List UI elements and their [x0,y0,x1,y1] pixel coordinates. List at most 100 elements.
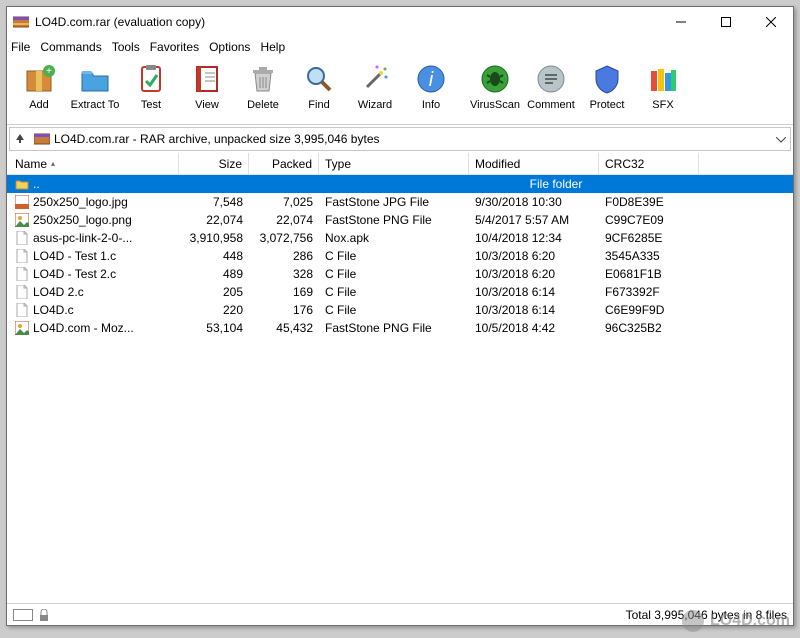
file-list[interactable]: .. File folder 250x250_logo.jpg7,5487,02… [7,175,793,603]
file-crc: E0681F1B [599,267,699,281]
svg-text:+: + [46,66,52,77]
file-row[interactable]: 250x250_logo.png22,07422,074FastStone PN… [7,211,793,229]
file-crc: 96C325B2 [599,321,699,335]
delete-button[interactable]: Delete [235,61,291,121]
menu-help[interactable]: Help [260,40,285,54]
app-icon [13,14,29,30]
path-dropdown-button[interactable] [772,132,790,146]
png-file-icon [15,321,29,335]
file-crc: C99C7E09 [599,213,699,227]
menu-file[interactable]: File [11,40,30,54]
menu-commands[interactable]: Commands [40,40,101,54]
file-crc: F673392F [599,285,699,299]
protect-button[interactable]: Protect [579,61,635,121]
watermark-badge-icon [682,610,704,632]
file-row[interactable]: 250x250_logo.jpg7,5487,025FastStone JPG … [7,193,793,211]
file-size: 22,074 [179,213,249,227]
file-crc: C6E99F9D [599,303,699,317]
add-button[interactable]: +Add [11,61,67,121]
header-modified[interactable]: Modified [469,153,599,174]
sfx-button[interactable]: SFX [635,61,691,121]
file-type: C File [319,303,469,317]
parent-folder-row[interactable]: .. File folder [7,175,793,193]
file-modified: 10/3/2018 6:20 [469,249,599,263]
file-size: 448 [179,249,249,263]
file-crc: 3545A335 [599,249,699,263]
file-type: C File [319,249,469,263]
file-packed: 7,025 [249,195,319,209]
file-row[interactable]: LO4D - Test 1.c448286C File10/3/2018 6:2… [7,247,793,265]
address-bar[interactable]: LO4D.com.rar - RAR archive, unpacked siz… [9,127,791,151]
header-crc[interactable]: CRC32 [599,153,699,174]
file-name: LO4D.c [33,303,74,317]
file-row[interactable]: LO4D.c220176C File10/3/2018 6:14C6E99F9D [7,301,793,319]
file-modified: 10/3/2018 6:20 [469,267,599,281]
generic-file-icon [15,249,29,263]
file-packed: 328 [249,267,319,281]
file-modified: 10/4/2018 12:34 [469,231,599,245]
file-size: 205 [179,285,249,299]
file-row[interactable]: asus-pc-link-2-0-...3,910,9583,072,756No… [7,229,793,247]
window-controls [658,7,793,37]
minimize-button[interactable] [658,7,703,37]
virusscan-button[interactable]: VirusScan [467,61,523,121]
search-icon [303,63,335,95]
file-packed: 3,072,756 [249,231,319,245]
generic-file-icon [15,267,29,281]
window-title: LO4D.com.rar (evaluation copy) [35,15,658,29]
menu-options[interactable]: Options [209,40,250,54]
toolbar: +Add Extract To Test View Delete Find Wi… [7,57,793,125]
file-row[interactable]: LO4D 2.c205169C File10/3/2018 6:14F67339… [7,283,793,301]
file-packed: 169 [249,285,319,299]
file-packed: 286 [249,249,319,263]
file-name: LO4D.com - Moz... [33,321,134,335]
header-name[interactable]: Name▴ [9,153,179,174]
file-type: FastStone PNG File [319,321,469,335]
file-size: 220 [179,303,249,317]
generic-file-icon [15,285,29,299]
menu-favorites[interactable]: Favorites [150,40,199,54]
file-row[interactable]: LO4D.com - Moz...53,10445,432FastStone P… [7,319,793,337]
folder-extract-icon [79,63,111,95]
file-packed: 22,074 [249,213,319,227]
test-button[interactable]: Test [123,61,179,121]
header-type[interactable]: Type [319,153,469,174]
info-icon: i [415,63,447,95]
book-view-icon [191,63,223,95]
header-size[interactable]: Size [179,153,249,174]
archive-add-icon: + [23,63,55,95]
jpg-file-icon [15,195,29,209]
path-text: LO4D.com.rar - RAR archive, unpacked siz… [54,132,772,146]
file-crc: F0D8E39E [599,195,699,209]
find-button[interactable]: Find [291,61,347,121]
header-packed[interactable]: Packed [249,153,319,174]
wizard-button[interactable]: Wizard [347,61,403,121]
extract-button[interactable]: Extract To [67,61,123,121]
up-button[interactable] [10,132,30,147]
close-button[interactable] [748,7,793,37]
file-type: FastStone JPG File [319,195,469,209]
chevron-down-icon [776,137,786,143]
titlebar: LO4D.com.rar (evaluation copy) [7,7,793,37]
maximize-button[interactable] [703,7,748,37]
menu-tools[interactable]: Tools [112,40,140,54]
generic-file-icon [15,303,29,317]
shield-icon [591,63,623,95]
file-type: Nox.apk [319,231,469,245]
file-packed: 176 [249,303,319,317]
wand-icon [359,63,391,95]
info-button[interactable]: iInfo [403,61,459,121]
column-headers: Name▴ Size Packed Type Modified CRC32 [7,153,793,175]
folder-up-icon [15,177,29,191]
file-type: C File [319,267,469,281]
comment-button[interactable]: Comment [523,61,579,121]
file-modified: 5/4/2017 5:57 AM [469,213,599,227]
file-size: 53,104 [179,321,249,335]
file-size: 3,910,958 [179,231,249,245]
view-button[interactable]: View [179,61,235,121]
svg-text:i: i [429,69,434,91]
file-row[interactable]: LO4D - Test 2.c489328C File10/3/2018 6:2… [7,265,793,283]
bug-scan-icon [479,63,511,95]
up-arrow-icon [14,132,26,144]
main-window: LO4D.com.rar (evaluation copy) File Comm… [6,6,794,626]
